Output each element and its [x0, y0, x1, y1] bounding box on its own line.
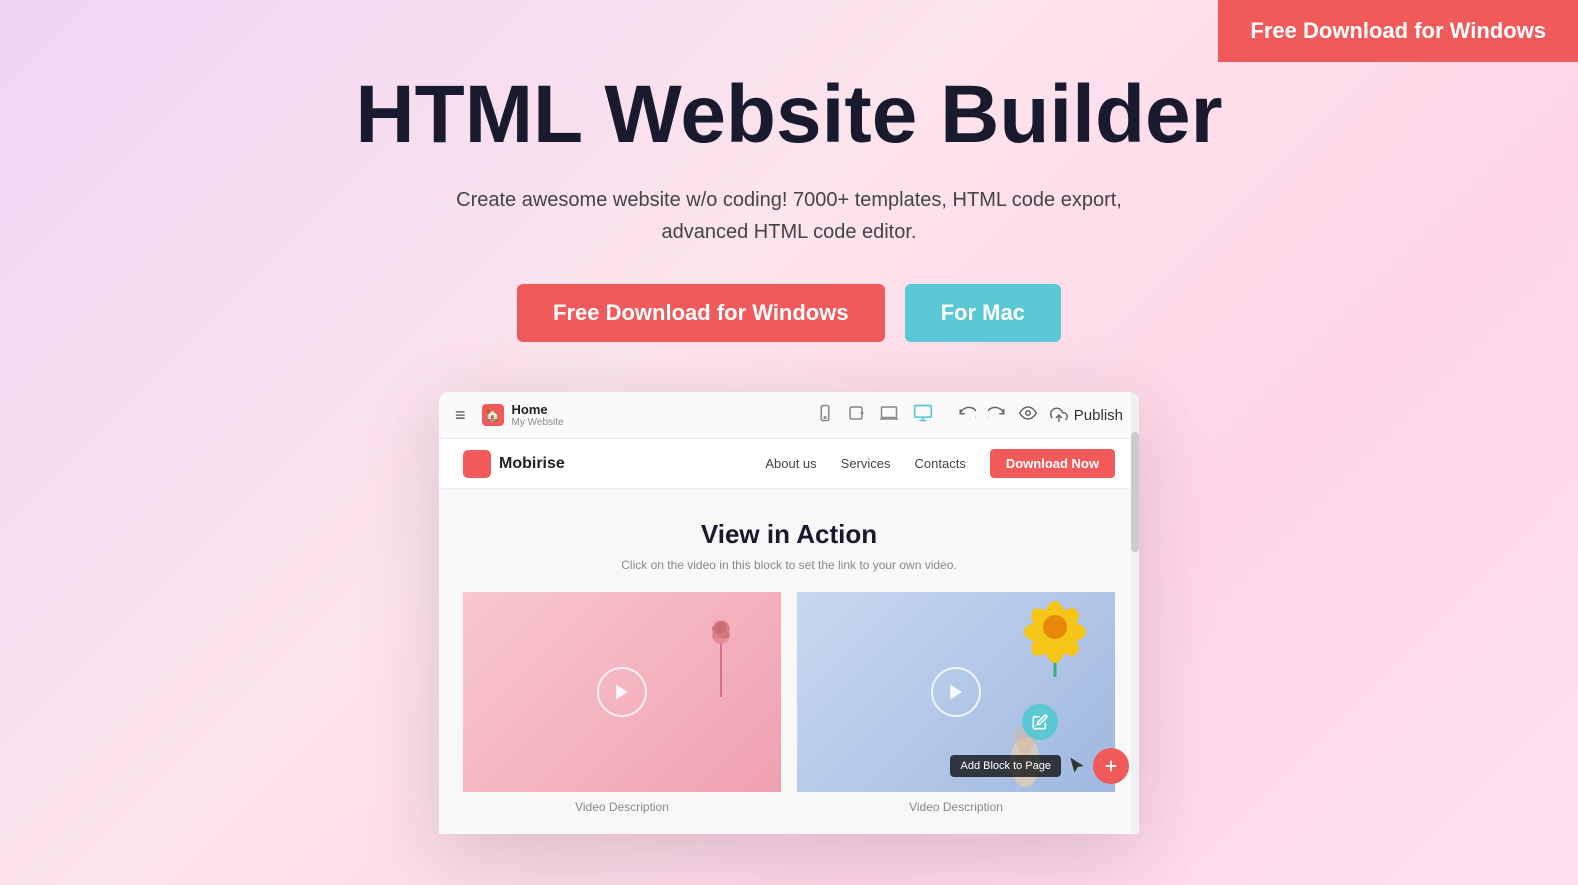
- inner-logo-icon: [463, 450, 491, 478]
- cta-buttons: Free Download for Windows For Mac: [517, 284, 1061, 342]
- toolbar-home[interactable]: 🏠 Home My Website: [482, 402, 564, 428]
- laptop-device-icon[interactable]: [878, 404, 900, 427]
- inner-website-nav: Mobirise About us Services Contacts Down…: [439, 439, 1139, 489]
- cursor-icon: [1067, 756, 1087, 776]
- add-block-tooltip: Add Block to Page: [950, 755, 1061, 777]
- inner-section-title: View in Action: [463, 519, 1115, 550]
- publish-label: Publish: [1074, 407, 1123, 424]
- download-windows-button[interactable]: Free Download for Windows: [517, 284, 885, 342]
- app-toolbar: ≡ 🏠 Home My Website: [439, 392, 1139, 439]
- nav-contacts[interactable]: Contacts: [915, 456, 966, 471]
- publish-button[interactable]: Publish: [1050, 406, 1123, 424]
- download-mac-button[interactable]: For Mac: [905, 284, 1061, 342]
- top-download-button[interactable]: Free Download for Windows: [1218, 0, 1578, 62]
- fab-edit-button[interactable]: [1022, 704, 1058, 740]
- video-thumb-1: [463, 592, 781, 792]
- desktop-device-icon[interactable]: [912, 403, 934, 428]
- video-desc-2: Video Description: [797, 800, 1115, 814]
- preview-button[interactable]: [1018, 404, 1038, 427]
- inner-nav-links: About us Services Contacts Download Now: [765, 449, 1115, 478]
- menu-icon[interactable]: ≡: [455, 405, 466, 426]
- inner-section-subtitle: Click on the video in this block to set …: [463, 558, 1115, 572]
- play-button-2[interactable]: [931, 667, 981, 717]
- app-mockup: ≡ 🏠 Home My Website: [439, 392, 1139, 834]
- toolbar-home-sub: My Website: [512, 417, 564, 428]
- undo-button[interactable]: [958, 404, 976, 427]
- hero-section: HTML Website Builder Create awesome webs…: [0, 0, 1578, 874]
- play-button-1[interactable]: [597, 667, 647, 717]
- video-card-1[interactable]: Video Description: [463, 592, 781, 814]
- fab-add-button[interactable]: [1093, 748, 1129, 784]
- device-icons: [816, 403, 934, 428]
- scrollbar-thumb[interactable]: [1131, 432, 1139, 552]
- inner-logo: Mobirise: [463, 450, 565, 478]
- toolbar-home-text: Home My Website: [512, 402, 564, 428]
- nav-services[interactable]: Services: [841, 456, 891, 471]
- toolbar-actions: Publish: [958, 404, 1123, 427]
- inner-logo-text: Mobirise: [499, 455, 565, 473]
- scrollbar[interactable]: [1131, 392, 1139, 834]
- nav-about[interactable]: About us: [765, 456, 816, 471]
- video-desc-1: Video Description: [463, 800, 781, 814]
- tablet-device-icon[interactable]: [846, 404, 866, 427]
- home-app-icon: 🏠: [482, 404, 504, 426]
- redo-button[interactable]: [988, 404, 1006, 427]
- mobile-device-icon[interactable]: [816, 404, 834, 427]
- hero-title: HTML Website Builder: [355, 70, 1222, 160]
- inner-nav-cta-button[interactable]: Download Now: [990, 449, 1115, 478]
- toolbar-home-title: Home: [512, 402, 564, 417]
- hero-subtitle: Create awesome website w/o coding! 7000+…: [449, 184, 1129, 248]
